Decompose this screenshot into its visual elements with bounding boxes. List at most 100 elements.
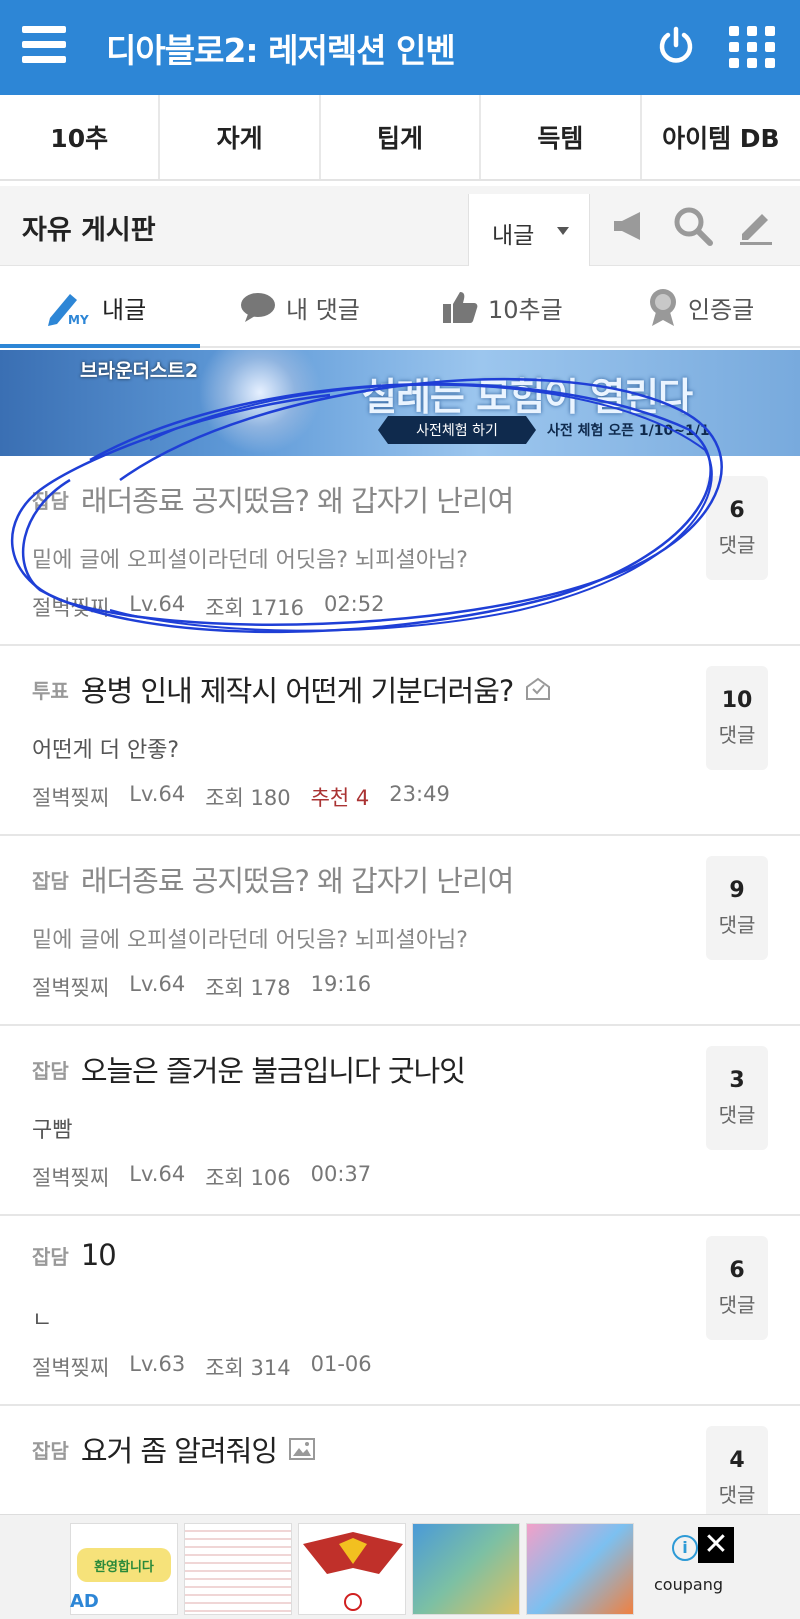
tab-10chu-posts[interactable]: 10추글 — [442, 266, 563, 348]
comment-label: 댓글 — [718, 1103, 756, 1127]
ad-thumb-text: 환영합니다 — [77, 1548, 171, 1582]
kite-image — [303, 1532, 403, 1611]
tab-my-comments[interactable]: 내 댓글 — [240, 266, 360, 348]
post-author: 절벽찢찌 — [32, 1166, 110, 1190]
post-recommend: 추천 4 — [310, 786, 370, 810]
comment-count-box[interactable]: 6 댓글 — [706, 1236, 768, 1340]
megaphone-icon[interactable] — [610, 206, 650, 246]
post-category: 잡담 — [32, 1244, 69, 1269]
vote-icon — [526, 677, 551, 700]
image-icon — [289, 1438, 316, 1460]
power-icon[interactable] — [656, 26, 696, 66]
post-title-row: 잡담 래더종료 공지떴음? 왜 갑자기 난리여 — [32, 478, 514, 520]
category-tab-10chu[interactable]: 10추 — [0, 95, 161, 179]
ad-thumb[interactable] — [184, 1523, 292, 1615]
post-title: 래더종료 공지떴음? 왜 갑자기 난리여 — [80, 864, 514, 898]
post-row[interactable]: 잡담 래더종료 공지떴음? 왜 갑자기 난리여 밑에 글에 오피셜이라던데 어딧… — [0, 456, 800, 646]
post-title-row: 잡담 요거 좀 알려줘잉 — [32, 1428, 316, 1470]
menu-icon[interactable] — [22, 26, 66, 66]
post-author: 절벽찢찌 — [32, 786, 110, 810]
post-level: Lv.64 — [129, 972, 186, 996]
banner-logo: 브라운더스트2 — [80, 360, 199, 382]
comment-count-box[interactable]: 6 댓글 — [706, 476, 768, 580]
post-category: 잡담 — [32, 1058, 69, 1083]
post-category: 잡담 — [32, 868, 69, 893]
post-preview: 구빰 — [32, 1118, 73, 1143]
post-level: Lv.63 — [129, 1352, 186, 1376]
post-title-row: 잡담 래더종료 공지떴음? 왜 갑자기 난리여 — [32, 858, 514, 900]
tab-certified-posts-label: 인증글 — [688, 295, 755, 324]
write-icon[interactable] — [736, 206, 776, 246]
post-preview: 어떤게 더 안좋? — [32, 738, 180, 763]
svg-text:MY: MY — [68, 313, 89, 326]
tab-my-posts[interactable]: MY 내글 — [46, 266, 146, 348]
ad-brand: coupang — [654, 1575, 723, 1594]
post-views: 조회 178 — [205, 976, 291, 1000]
post-level: Lv.64 — [129, 592, 186, 616]
search-icon[interactable] — [673, 206, 713, 246]
category-tab-item-db[interactable]: 아이템 DB — [642, 95, 800, 179]
post-time: 02:52 — [323, 592, 385, 616]
board-title: 자유 게시판 — [22, 215, 156, 246]
ad-thumb[interactable] — [526, 1523, 634, 1615]
banner-character-image — [200, 350, 320, 456]
post-time: 00:37 — [310, 1162, 372, 1186]
comment-count-box[interactable]: 9 댓글 — [706, 856, 768, 960]
post-level: Lv.64 — [129, 1162, 186, 1186]
post-views: 조회 1716 — [205, 596, 304, 620]
post-meta: 절벽찢찌 Lv.64 조회 178 19:16 — [32, 972, 391, 1002]
post-title: 오늘은 즐거운 불금입니다 굿나잇 — [80, 1054, 466, 1088]
apps-grid-icon[interactable] — [729, 26, 775, 68]
bottom-ad[interactable]: 환영합니다 AD i ✕ coupang — [0, 1514, 800, 1619]
active-tab-indicator — [0, 344, 200, 348]
category-tab-free[interactable]: 자게 — [160, 95, 321, 179]
post-meta: 절벽찢찌 Lv.64 조회 1716 02:52 — [32, 592, 404, 622]
post-category: 투표 — [32, 678, 69, 703]
banner-slogan: 설레는 모험이 열린다 — [362, 375, 693, 419]
ad-label: AD — [70, 1591, 99, 1612]
badge-icon — [650, 289, 676, 326]
thumbs-up-icon — [443, 292, 478, 323]
ad-thumb[interactable] — [412, 1523, 520, 1615]
tab-my-posts-label: 내글 — [102, 295, 147, 324]
tab-certified-posts[interactable]: 인증글 — [648, 266, 754, 348]
tab-10chu-posts-label: 10추글 — [488, 295, 563, 324]
ad-thumb[interactable] — [298, 1523, 406, 1615]
post-preview: 밑에 글에 오피셜이라던데 어딧음? 뇌피셜아님? — [32, 928, 468, 953]
comment-count: 3 — [729, 1068, 745, 1093]
post-row[interactable]: 투표 용병 인내 제작시 어떤게 기분더러움? 어떤게 더 안좋? 절벽찢찌 L… — [0, 646, 800, 836]
post-title-row: 잡담 오늘은 즐거운 불금입니다 굿나잇 — [32, 1048, 466, 1090]
post-author: 절벽찢찌 — [32, 596, 110, 620]
post-title-row: 잡담 10 — [32, 1238, 117, 1272]
tab-my-comments-label: 내 댓글 — [286, 295, 360, 324]
post-time: 01-06 — [310, 1352, 372, 1376]
my-activity-tabs: MY 내글 내 댓글 10추글 인증글 — [0, 266, 800, 348]
ad-close-button[interactable]: ✕ — [698, 1527, 734, 1563]
speech-bubble-icon — [241, 293, 275, 322]
category-tab-loot[interactable]: 득템 — [481, 95, 642, 179]
app-title[interactable]: 디아블로2: 레저렉션 인벤 — [106, 24, 456, 72]
post-row[interactable]: 잡담 요거 좀 알려줘잉 4 댓글 — [0, 1406, 800, 1530]
post-row[interactable]: 잡담 래더종료 공지떴음? 왜 갑자기 난리여 밑에 글에 오피셜이라던데 어딧… — [0, 836, 800, 1026]
comment-count-box[interactable]: 3 댓글 — [706, 1046, 768, 1150]
post-row[interactable]: 잡담 10 ㄴ 절벽찢찌 Lv.63 조회 314 01-06 6 댓글 — [0, 1216, 800, 1406]
category-tabs: 10추 자게 팁게 득템 아이템 DB — [0, 95, 800, 181]
ad-banner[interactable]: 브라운더스트2 설레는 모험이 열린다 사전체험 하기 사전 체험 오픈 1/1… — [0, 350, 800, 456]
comment-count-box[interactable]: 10 댓글 — [706, 666, 768, 770]
post-views: 조회 106 — [205, 1166, 291, 1190]
banner-date: 사전 체험 오픈 1/10~1/1 — [547, 423, 710, 439]
post-title-row: 투표 용병 인내 제작시 어떤게 기분더러움? — [32, 668, 551, 710]
banner-cta-button[interactable]: 사전체험 하기 — [378, 416, 536, 444]
post-row[interactable]: 잡담 오늘은 즐거운 불금입니다 굿나잇 구빰 절벽찢찌 Lv.64 조회 10… — [0, 1026, 800, 1216]
post-views: 조회 314 — [205, 1356, 291, 1380]
post-author: 절벽찢찌 — [32, 976, 110, 1000]
post-meta: 절벽찢찌 Lv.64 조회 180 추천 4 23:49 — [32, 782, 470, 812]
post-title: 용병 인내 제작시 어떤게 기분더러움? — [80, 674, 514, 708]
comment-label: 댓글 — [718, 1483, 756, 1507]
app-header: 디아블로2: 레저렉션 인벤 — [0, 0, 800, 95]
post-filter-select[interactable]: 내글 — [468, 194, 590, 266]
category-tab-tips[interactable]: 팁게 — [321, 95, 482, 179]
post-preview: ㄴ — [32, 1308, 53, 1333]
post-level: Lv.64 — [129, 782, 186, 806]
ad-info-icon[interactable]: i — [672, 1535, 698, 1561]
